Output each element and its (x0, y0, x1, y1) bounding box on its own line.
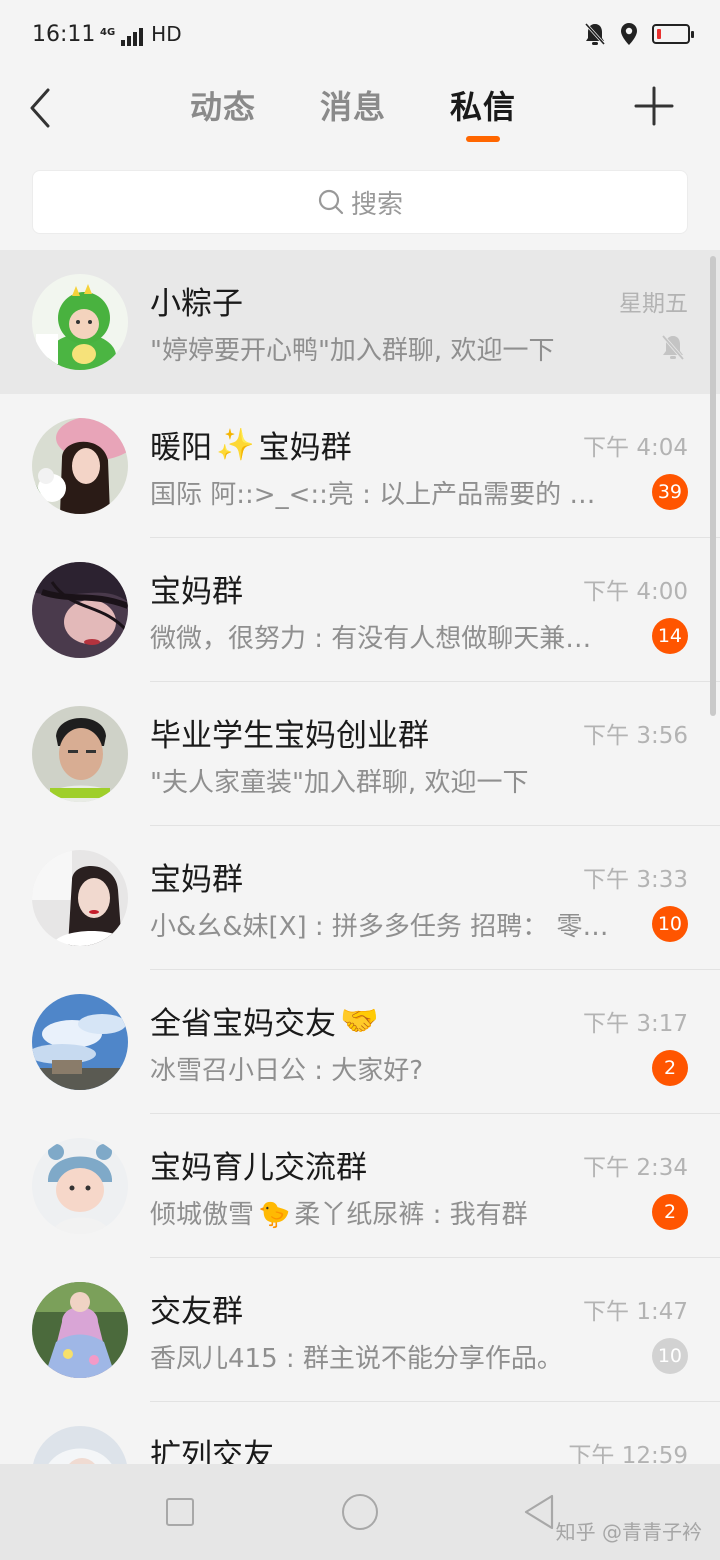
avatar (32, 706, 128, 802)
back-icon[interactable] (22, 84, 58, 132)
search-placeholder: 搜索 (350, 189, 403, 220)
mute-bell-icon (584, 22, 606, 46)
conversation-name: 宝妈群 (150, 862, 243, 898)
tab-private-messages[interactable]: 私信 (450, 82, 516, 142)
plus-icon[interactable] (634, 86, 674, 126)
avatar (32, 850, 128, 946)
conversation-preview: 微微，很努力 : 有没有人想做聊天兼… (150, 624, 592, 654)
conversation-name: 宝妈群 (150, 574, 243, 610)
watermark: 知乎 @青青子衿 (555, 1520, 702, 1544)
conversation-preview: 冰雪召小日公 : 大家好? (150, 1056, 424, 1086)
tab-dynamic[interactable]: 动态 (190, 82, 256, 128)
search-icon (318, 189, 344, 215)
conversation-row[interactable]: 小粽子 星期五 "婷婷要开心鸭"加入群聊, 欢迎一下 (0, 250, 720, 394)
home-icon[interactable] (342, 1494, 378, 1530)
unread-badge-muted: 10 (651, 1338, 688, 1374)
conversation-preview: 倾城傲雪 🐤 柔丫纸尿裤 : 我有群 (150, 1200, 528, 1230)
conversation-name: 毕业学生宝妈创业群 (150, 718, 429, 754)
location-icon (621, 23, 637, 45)
conversation-row[interactable]: 宝妈群 下午 3:33 小&幺&妹[X] : 拼多多任务 招聘： 零… 10 (0, 826, 720, 970)
system-back-icon[interactable] (522, 1492, 556, 1532)
conversation-list: 小粽子 星期五 "婷婷要开心鸭"加入群聊, 欢迎一下 暖阳 ✨ 宝妈群 下午 4… (0, 250, 720, 1546)
network-indicator: 4G HD (100, 22, 182, 46)
mute-bell-icon (661, 334, 685, 361)
conversation-name: 全省宝妈交友 🤝 (150, 1003, 379, 1042)
conversation-time: 星期五 (619, 291, 688, 317)
conversation-time: 下午 3:56 (583, 723, 688, 749)
unread-badge: 2 (652, 1050, 688, 1086)
conversation-row[interactable]: 毕业学生宝妈创业群 下午 3:56 "夫人家童装"加入群聊, 欢迎一下 (0, 682, 720, 826)
conversation-time: 下午 3:17 (583, 1011, 688, 1037)
recent-apps-icon[interactable] (166, 1498, 194, 1526)
battery-icon (652, 24, 694, 44)
system-nav-bar: 知乎 @青青子衿 (0, 1464, 720, 1560)
handshake-emoji: 🤝 (340, 1003, 379, 1039)
chick-emoji: 🐤 (258, 1200, 291, 1230)
conversation-row[interactable]: 宝妈群 下午 4:00 微微，很努力 : 有没有人想做聊天兼… 14 (0, 538, 720, 682)
conversation-row[interactable]: 全省宝妈交友 🤝 下午 3:17 冰雪召小日公 : 大家好? 2 (0, 970, 720, 1114)
signal-icon (121, 28, 144, 46)
hd-indicator: HD (151, 22, 182, 46)
conversation-preview: "婷婷要开心鸭"加入群聊, 欢迎一下 (150, 336, 555, 366)
conversation-name: 宝妈育儿交流群 (150, 1150, 367, 1186)
unread-badge: 2 (652, 1194, 688, 1230)
avatar (32, 1282, 128, 1378)
conversation-time: 下午 3:33 (583, 867, 688, 893)
active-tab-indicator (466, 136, 501, 142)
battery-level (657, 29, 661, 39)
avatar (32, 562, 128, 658)
status-right (584, 22, 694, 46)
status-time: 16:11 (32, 22, 96, 47)
conversation-name: 交友群 (150, 1294, 243, 1330)
sparkles-emoji: ✨ (216, 427, 255, 463)
network-type: 4G (100, 27, 116, 38)
conversation-row[interactable]: 宝妈育儿交流群 下午 2:34 倾城傲雪 🐤 柔丫纸尿裤 : 我有群 2 (0, 1114, 720, 1258)
conversation-row[interactable]: 暖阳 ✨ 宝妈群 下午 4:04 国际 阿::>_<::亮 : 以上产品需要的 … … (0, 394, 720, 538)
avatar (32, 1138, 128, 1234)
screen: 16:11 4G HD 动态 消息 私信 搜索 小粽子 星期五 "婷婷要开心鸭"… (0, 0, 720, 1560)
conversation-preview: 国际 阿::>_<::亮 : 以上产品需要的 … (150, 480, 596, 510)
conversation-name: 暖阳 ✨ 宝妈群 (150, 427, 352, 466)
conversation-time: 下午 2:34 (583, 1155, 688, 1181)
avatar (32, 274, 128, 370)
conversation-row[interactable]: 交友群 下午 1:47 香凤儿415 : 群主说不能分享作品。 10 (0, 1258, 720, 1402)
search-input[interactable]: 搜索 (32, 170, 688, 234)
avatar (32, 994, 128, 1090)
tab-messages[interactable]: 消息 (320, 82, 386, 128)
conversation-time: 下午 1:47 (583, 1299, 688, 1325)
conversation-preview: "夫人家童装"加入群聊, 欢迎一下 (150, 768, 529, 798)
scrollbar[interactable] (710, 256, 716, 716)
status-bar: 16:11 4G HD (0, 0, 720, 72)
unread-badge: 39 (651, 474, 688, 510)
header: 动态 消息 私信 (0, 72, 720, 158)
unread-badge: 10 (651, 906, 688, 942)
conversation-preview: 香凤儿415 : 群主说不能分享作品。 (150, 1344, 563, 1374)
tab-bar: 动态 消息 私信 (190, 82, 516, 142)
conversation-time: 下午 4:04 (583, 435, 688, 461)
conversation-name: 小粽子 (150, 286, 243, 322)
unread-badge: 14 (651, 618, 688, 654)
conversation-time: 下午 4:00 (583, 579, 688, 605)
avatar (32, 418, 128, 514)
conversation-preview: 小&幺&妹[X] : 拼多多任务 招聘： 零… (150, 912, 609, 942)
